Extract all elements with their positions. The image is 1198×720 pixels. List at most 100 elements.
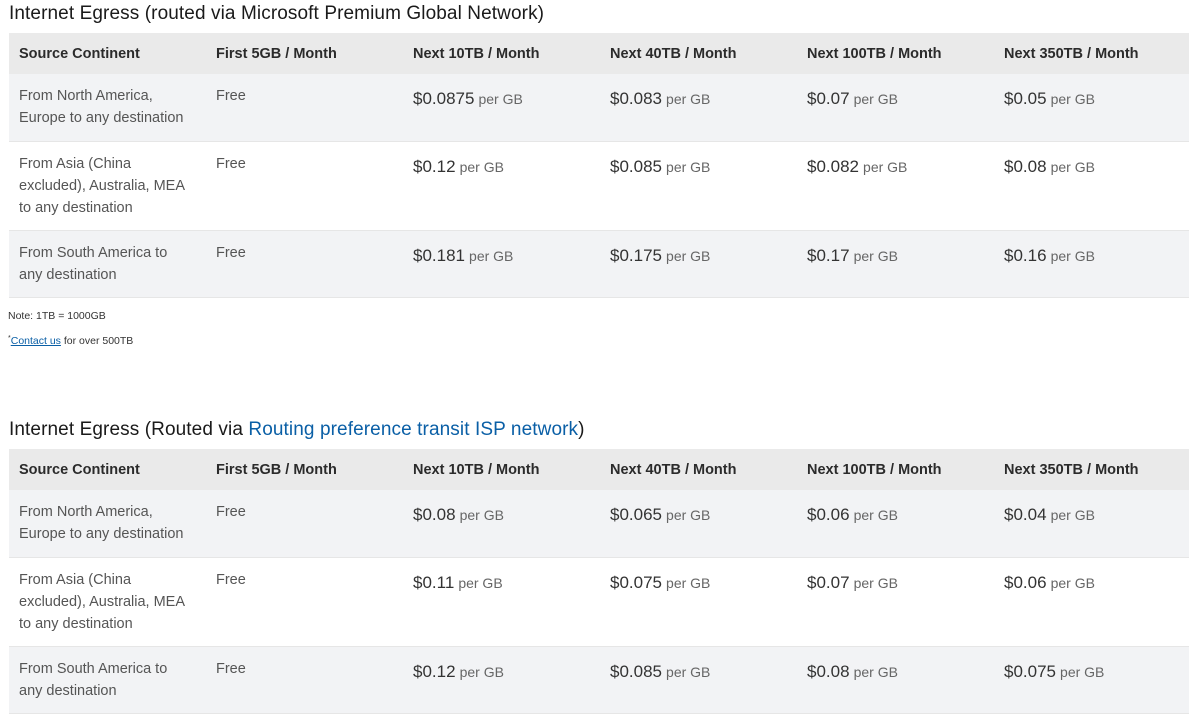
pricing-table: Source Continent First 5GB / Month Next …: [9, 33, 1189, 298]
column-header-next-40tb: Next 40TB / Month: [610, 45, 737, 62]
price-cell: $0.12 per GB: [403, 646, 600, 713]
price-amount: $0.08: [413, 505, 456, 524]
price-cell: $0.08 per GB: [403, 490, 600, 557]
column-header-first-5gb: First 5GB / Month: [216, 461, 337, 478]
column-header-next-100tb: Next 100TB / Month: [807, 45, 942, 62]
source-continent-cell: From Asia (China excluded), Australia, ME…: [9, 557, 206, 646]
price-unit: per GB: [853, 507, 898, 523]
column-header-source-continent: Source Continent: [19, 461, 140, 478]
table-header-row: Source Continent First 5GB / Month Next …: [9, 449, 1189, 490]
source-line: From Asia (China: [19, 155, 132, 172]
price-amount: $0.16: [1004, 245, 1047, 265]
price-amount: $0.082: [807, 156, 859, 176]
price-unit: per GB: [666, 91, 711, 107]
column-header-next-350tb: Next 350TB / Month: [1004, 45, 1139, 62]
price-cell: $0.07 per GB: [797, 74, 994, 141]
price-cell: $0.082 per GB: [797, 141, 994, 230]
column-header-source-continent: Source Continent: [19, 45, 140, 62]
price-unit: per GB: [666, 247, 711, 264]
source-line: excluded), Australia, MEA: [19, 177, 186, 194]
price-unit: per GB: [459, 507, 504, 523]
free-tier-cell: Free: [216, 504, 246, 520]
price-unit: per GB: [1050, 574, 1095, 591]
price-cell: $0.04 per GB: [994, 490, 1189, 557]
price-cell: $0.083 per GB: [600, 74, 797, 141]
table-row: From Asia (China excluded), Australia, ME…: [9, 141, 1189, 230]
price-amount: $0.0875: [413, 89, 475, 108]
column-header-next-10tb: Next 10TB / Month: [413, 45, 540, 62]
price-cell: $0.08 per GB: [797, 646, 994, 713]
price-amount: $0.085: [610, 661, 662, 681]
pricing-table: Source Continent First 5GB / Month Next …: [9, 449, 1189, 714]
source-line: to any destination: [19, 615, 133, 632]
price-unit: per GB: [1060, 663, 1105, 680]
price-cell: $0.05 per GB: [994, 74, 1189, 141]
price-cell: $0.07 per GB: [797, 557, 994, 646]
price-cell: $0.085 per GB: [600, 141, 797, 230]
source-line: From North America,: [19, 88, 153, 104]
price-amount: $0.181: [413, 245, 465, 265]
price-unit: per GB: [666, 574, 711, 591]
source-line: excluded), Australia, MEA: [19, 593, 186, 610]
price-unit: per GB: [666, 663, 711, 680]
price-cell: $0.06 per GB: [994, 557, 1189, 646]
price-unit: per GB: [666, 507, 711, 523]
source-line: From Asia (China: [19, 571, 132, 588]
price-unit: per GB: [853, 91, 898, 107]
price-amount: $0.17: [807, 245, 850, 265]
source-line: to any destination: [19, 199, 133, 216]
price-amount: $0.075: [610, 572, 662, 592]
price-unit: per GB: [853, 247, 898, 264]
price-cell: $0.06 per GB: [797, 490, 994, 557]
source-continent-cell: From North America, Europe to any destina…: [9, 74, 206, 141]
free-tier-cell: Free: [216, 155, 246, 172]
price-amount: $0.07: [807, 89, 850, 108]
source-line: Europe to any destination: [19, 526, 184, 542]
price-cell: $0.11 per GB: [403, 557, 600, 646]
source-continent-cell: From South America to any destination: [9, 230, 206, 297]
section-title: Internet Egress (Routed via Routing pref…: [9, 419, 585, 441]
price-cell: $0.08 per GB: [994, 141, 1189, 230]
free-tier-cell: Free: [216, 88, 246, 104]
price-unit: per GB: [1050, 91, 1095, 107]
price-amount: $0.11: [413, 572, 455, 592]
price-unit: per GB: [1050, 507, 1095, 523]
price-unit: per GB: [1050, 247, 1095, 264]
price-unit: per GB: [478, 91, 523, 107]
free-tier-cell: Free: [216, 571, 246, 588]
price-cell: $0.175 per GB: [600, 230, 797, 297]
routing-preference-link[interactable]: Routing preference transit ISP network: [248, 419, 578, 440]
price-amount: $0.08: [807, 661, 850, 681]
price-unit: per GB: [459, 663, 504, 680]
price-cell: $0.075 per GB: [994, 646, 1189, 713]
column-header-next-350tb: Next 350TB / Month: [1004, 461, 1139, 478]
contact-note-text: for over 500TB: [60, 335, 134, 347]
price-amount: $0.04: [1004, 505, 1047, 524]
price-cell: $0.181 per GB: [403, 230, 600, 297]
price-unit: per GB: [469, 247, 514, 264]
table-row: From North America, Europe to any destina…: [9, 74, 1189, 141]
section-title-suffix: ): [578, 419, 585, 440]
price-unit: per GB: [853, 574, 898, 591]
table-header-row: Source Continent First 5GB / Month Next …: [9, 33, 1189, 74]
column-header-first-5gb: First 5GB / Month: [216, 45, 337, 62]
source-line: From South America to: [19, 244, 168, 261]
price-amount: $0.065: [610, 505, 662, 524]
table-row: From North America, Europe to any destina…: [9, 490, 1189, 557]
price-cell: $0.17 per GB: [797, 230, 994, 297]
price-unit: per GB: [666, 158, 711, 175]
price-cell: $0.12 per GB: [403, 141, 600, 230]
price-cell: $0.16 per GB: [994, 230, 1189, 297]
contact-us-link[interactable]: Contact us: [11, 335, 61, 347]
price-amount: $0.06: [1004, 572, 1047, 592]
source-line: any destination: [19, 266, 117, 283]
price-amount: $0.12: [413, 156, 456, 176]
price-unit: per GB: [863, 158, 908, 175]
source-line: From South America to: [19, 660, 168, 677]
free-tier-cell: Free: [216, 244, 246, 261]
column-header-next-40tb: Next 40TB / Month: [610, 461, 737, 478]
price-unit: per GB: [853, 663, 898, 680]
table-row: From Asia (China excluded), Australia, ME…: [9, 557, 1189, 646]
source-line: From North America,: [19, 504, 153, 520]
free-tier-cell: Free: [216, 660, 246, 677]
